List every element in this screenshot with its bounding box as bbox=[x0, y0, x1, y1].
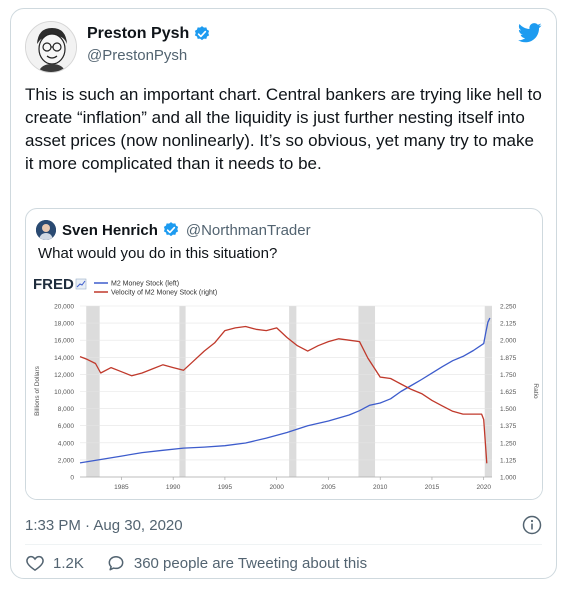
tweet-actions: 1.2K 360 people are Tweeting about this bbox=[25, 553, 389, 573]
verified-badge-icon bbox=[193, 25, 211, 43]
x-tick-label: 1990 bbox=[166, 484, 181, 491]
discussion-link[interactable]: 360 people are Tweeting about this bbox=[106, 553, 367, 573]
like-count: 1.2K bbox=[53, 554, 84, 572]
y-tick-label: 6,000 bbox=[58, 423, 75, 430]
divider bbox=[25, 544, 542, 545]
y2-tick-label: 1.125 bbox=[500, 457, 517, 464]
fred-chart: FRED M2 Money Stock (left) Velocity of M… bbox=[26, 271, 542, 499]
quoted-author-avatar[interactable] bbox=[36, 220, 56, 240]
quoted-verified-badge-icon bbox=[162, 221, 180, 239]
y2-tick-label: 2.125 bbox=[500, 321, 517, 328]
fred-brand: FRED bbox=[33, 276, 74, 293]
quoted-text: What would you do in this situation? bbox=[38, 245, 278, 262]
y2-tick-label: 1.625 bbox=[500, 389, 517, 396]
chart-plot-layer: 0 2,000 4,000 6,000 8,000 10,000 12,000 14,000 1… bbox=[54, 304, 517, 492]
quoted-tweet[interactable]: Sven Henrich @NorthmanTrader What would … bbox=[25, 208, 543, 500]
tweet-text: This is such an important chart. Central… bbox=[25, 85, 542, 173]
reply-bubble-icon bbox=[108, 556, 124, 571]
legend-label-m2: M2 Money Stock (left) bbox=[111, 281, 179, 288]
x-tick-label: 2000 bbox=[269, 484, 284, 491]
y2-axis-label: Ratio bbox=[532, 383, 539, 399]
like-button[interactable]: 1.2K bbox=[25, 553, 84, 573]
legend-label-velocity: Velocity of M2 Money Stock (right) bbox=[111, 290, 217, 297]
info-icon[interactable] bbox=[522, 515, 542, 535]
twitter-bird-icon[interactable] bbox=[517, 23, 542, 43]
x-tick-label: 2020 bbox=[476, 484, 491, 491]
y-tick-label: 14,000 bbox=[54, 355, 74, 362]
y2-tick-label: 1.250 bbox=[500, 440, 517, 447]
y-tick-label: 12,000 bbox=[54, 372, 74, 379]
y-axis-label: Billions of Dollars bbox=[34, 365, 41, 416]
y2-tick-label: 1.750 bbox=[500, 372, 517, 379]
author-handle[interactable]: @PrestonPysh bbox=[87, 47, 187, 64]
y2-tick-label: 2.000 bbox=[500, 338, 517, 345]
y-tick-label: 0 bbox=[70, 475, 74, 482]
author-name-row[interactable]: Preston Pysh bbox=[87, 25, 211, 43]
y2-tick-label: 1.000 bbox=[500, 475, 517, 482]
y-tick-label: 16,000 bbox=[54, 338, 74, 345]
author-avatar[interactable] bbox=[25, 21, 77, 73]
x-tick-label: 2010 bbox=[373, 484, 388, 491]
x-tick-label: 2015 bbox=[425, 484, 440, 491]
y-tick-label: 4,000 bbox=[58, 440, 75, 447]
y2-tick-label: 1.875 bbox=[500, 355, 517, 362]
quoted-name-row[interactable]: Sven Henrich @NorthmanTrader bbox=[62, 221, 311, 239]
heart-icon bbox=[26, 555, 44, 571]
y-tick-label: 18,000 bbox=[54, 321, 74, 328]
quoted-author-handle[interactable]: @NorthmanTrader bbox=[186, 222, 311, 239]
y-tick-label: 2,000 bbox=[58, 457, 75, 464]
x-tick-label: 2005 bbox=[321, 484, 336, 491]
author-name[interactable]: Preston Pysh bbox=[87, 25, 189, 43]
x-tick-label: 1985 bbox=[114, 484, 129, 491]
y2-tick-label: 1.500 bbox=[500, 406, 517, 413]
discussion-text: 360 people are Tweeting about this bbox=[133, 554, 368, 572]
y-tick-label: 10,000 bbox=[54, 389, 74, 396]
fred-chart-image[interactable]: FRED M2 Money Stock (left) Velocity of M… bbox=[26, 271, 542, 499]
y2-tick-label: 1.375 bbox=[500, 423, 517, 430]
tweet-card[interactable]: Preston Pysh @PrestonPysh This is such a… bbox=[10, 8, 557, 579]
y2-tick-label: 2.250 bbox=[500, 304, 517, 311]
tweet-timestamp[interactable]: 1:33 PM · Aug 30, 2020 bbox=[25, 517, 183, 534]
fred-logo-icon bbox=[75, 278, 87, 290]
quoted-author-name[interactable]: Sven Henrich bbox=[62, 222, 158, 239]
x-tick-label: 1995 bbox=[218, 484, 233, 491]
y-tick-label: 20,000 bbox=[54, 304, 74, 311]
y-tick-label: 8,000 bbox=[58, 406, 75, 413]
